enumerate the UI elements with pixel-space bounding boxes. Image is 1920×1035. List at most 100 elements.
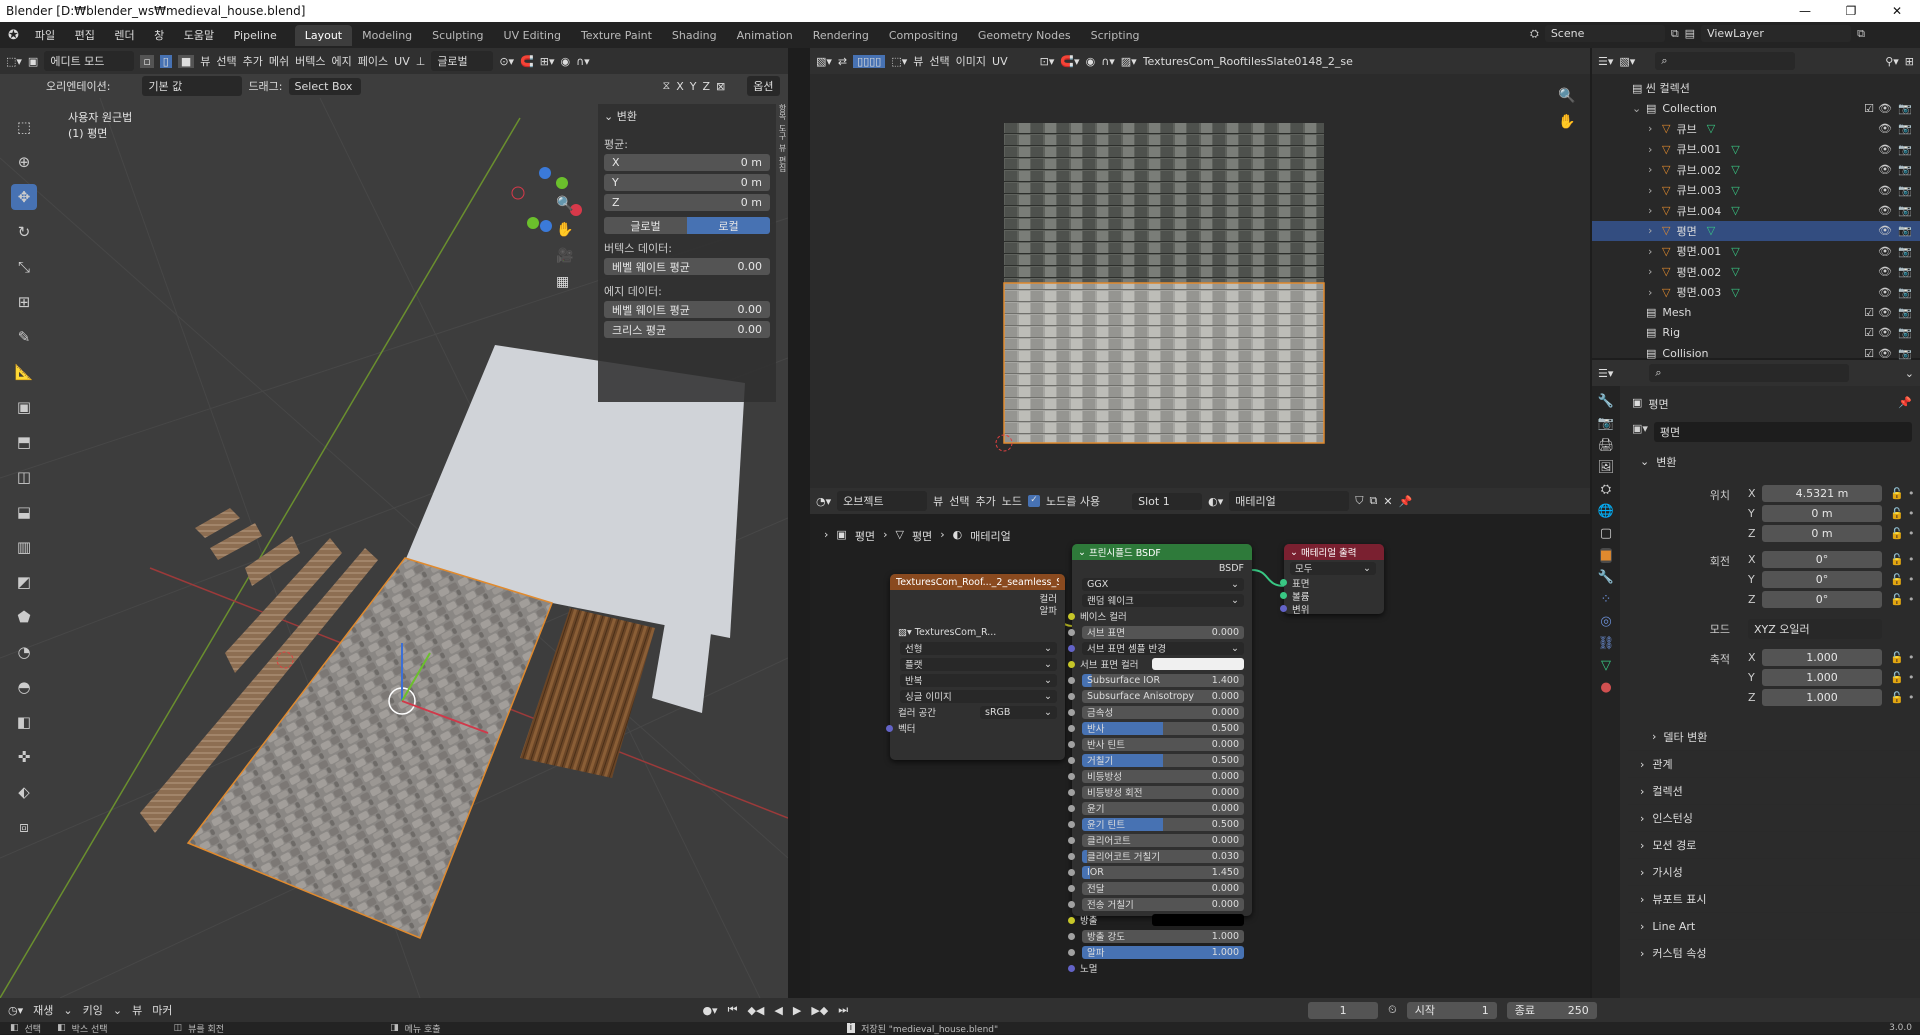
snap-icon[interactable]: 🧲 <box>520 55 534 68</box>
lock-icon[interactable]: 🔓 <box>1890 487 1904 500</box>
visibility-eye-icon[interactable]: 👁 <box>1878 347 1892 360</box>
image-texture-node[interactable]: TexturesCom_Roof..._2_seamless_S.jpg 컬러 … <box>886 574 1065 760</box>
nav-gizmo-z[interactable] <box>539 167 551 179</box>
tab-shading[interactable]: Shading <box>662 25 727 46</box>
n-tab-view[interactable]: 뷰 <box>778 144 788 152</box>
vertex-select-icon[interactable]: ▫ <box>140 54 154 68</box>
menu-pipeline[interactable]: Pipeline <box>226 29 285 42</box>
menu-render[interactable]: 렌더 <box>106 29 142 42</box>
bsdf-alpha-field[interactable]: 알파 1.000 <box>1082 945 1244 959</box>
tex-source-dropdown[interactable]: 싱글 이미지 ⌄ <box>900 689 1057 703</box>
uv-snap-icon[interactable]: 🧲▾ <box>1060 55 1079 68</box>
median-z-field[interactable]: Z 0 m <box>604 194 770 211</box>
render-camera-icon[interactable]: 📷 <box>1898 143 1912 156</box>
uv-menu-image[interactable]: 이미지 <box>956 53 986 69</box>
timeline-playback-menu[interactable]: 재생 <box>33 1002 53 1018</box>
expand-icon[interactable]: › <box>1648 245 1662 258</box>
median-x-field[interactable]: X 0 m <box>604 154 770 171</box>
end-frame-field[interactable]: 종료 250 <box>1506 1001 1597 1019</box>
options-dropdown[interactable]: 옵션 <box>747 76 780 96</box>
bsdf-input-socket[interactable] <box>1068 868 1075 876</box>
props-section-header[interactable]: › 커스텀 속성 <box>1628 939 1920 966</box>
data-props-icon[interactable]: ▽ <box>1601 658 1611 673</box>
minimize-icon[interactable]: — <box>1782 0 1828 22</box>
bsdf-input-socket[interactable] <box>1068 852 1075 860</box>
image-texture-node-header[interactable]: TexturesCom_Roof..._2_seamless_S.jpg <box>890 574 1065 590</box>
new-viewlayer-icon[interactable]: ⧉ <box>1857 27 1865 41</box>
outliner-item[interactable]: ▤ Mesh ☑ 👁 📷 <box>1592 302 1920 322</box>
render-camera-icon[interactable]: 📷 <box>1898 326 1912 339</box>
rotation-mode-dropdown[interactable]: XYZ 오일러 <box>1748 619 1882 639</box>
render-camera-icon[interactable]: 📷 <box>1898 347 1912 360</box>
delta-transform-header[interactable]: › 델타 변환 <box>1628 723 1920 750</box>
play-reverse-icon[interactable]: ◀ <box>774 1004 782 1017</box>
transform-orientation-icon[interactable]: ⊥ <box>416 55 426 68</box>
bsdf-input-socket[interactable] <box>1068 884 1075 892</box>
mode-dropdown[interactable]: 에디트 모드 <box>44 51 135 71</box>
next-keyframe-icon[interactable]: ▶◆ <box>811 1004 828 1017</box>
tex-image-selector[interactable]: ▨▾ TexturesCom_R... <box>890 624 1065 640</box>
particles-props-icon[interactable]: ⁘ <box>1601 592 1612 607</box>
render-props-icon[interactable]: 📷 <box>1598 416 1614 431</box>
bsdf-base-color-socket[interactable] <box>1068 612 1075 620</box>
mirror-z[interactable]: Z <box>703 80 711 93</box>
drag-dropdown[interactable]: Select Box <box>288 77 361 95</box>
spin-tool-icon[interactable]: ◔ <box>11 639 37 665</box>
tex-image-icon[interactable]: ▨▾ <box>898 627 912 638</box>
outliner-search[interactable]: ⌕ <box>1655 52 1796 70</box>
mesh-data-icon[interactable]: ▽ <box>1731 245 1739 258</box>
outliner-scene-collection[interactable]: ▤ 씬 컬렉션 <box>1592 78 1920 98</box>
bsdf-input-field[interactable]: 클리어코트 거칠기 0.030 <box>1082 849 1244 863</box>
viewlayer-icon[interactable]: ▤ <box>1685 27 1695 40</box>
uv-editor[interactable]: ▧▾ ⇄ ▯▯▯▯ ⬚▾ 뷰 선택 이미지 UV ⊡▾ 🧲▾ ◉ ∩▾ ▨▾ T… <box>810 48 1590 488</box>
bsdf-input-socket[interactable] <box>1068 900 1075 908</box>
outliner-item[interactable]: › ▽ 큐브 ▽ 👁 📷 <box>1592 119 1920 139</box>
timeline-marker-menu[interactable]: 마커 <box>152 1002 172 1018</box>
outliner-filter-icon[interactable]: ⚲▾ <box>1885 55 1899 68</box>
n-panel-transform-header[interactable]: ⌄ 변환 <box>598 104 776 128</box>
material-output-node[interactable]: ⌄ 매테리얼 출력 모두 ⌄ 표면 볼륨 변위 <box>1280 544 1384 616</box>
uv-pivot-icon[interactable]: ⊡▾ <box>1040 55 1055 68</box>
loop-cut-tool-icon[interactable]: ▥ <box>11 534 37 560</box>
close-icon[interactable]: ✕ <box>1874 0 1920 22</box>
lock-icon[interactable]: 🔓 <box>1890 553 1904 566</box>
edge-select-icon[interactable]: ▯ <box>159 54 172 68</box>
uv-editor-type-icon[interactable]: ▧▾ <box>816 55 832 68</box>
scale-z-field[interactable]: 1.000 <box>1762 689 1882 706</box>
bsdf-emission-socket[interactable] <box>1068 916 1075 924</box>
expand-icon[interactable]: › <box>1648 224 1662 237</box>
n-tab-item[interactable]: 항목 <box>778 104 788 120</box>
bsdf-input-socket[interactable] <box>1068 820 1075 828</box>
render-camera-icon[interactable]: 📷 <box>1898 245 1912 258</box>
bsdf-color-swatch[interactable] <box>1152 658 1244 670</box>
mesh-data-icon[interactable]: ▽ <box>1731 286 1739 299</box>
preview-range-icon[interactable]: ⏲ <box>1388 1003 1397 1017</box>
rotate-tool-icon[interactable]: ↻ <box>11 219 37 245</box>
properties-type-icon[interactable]: ☰▾ <box>1598 367 1613 380</box>
props-section-header[interactable]: › 관계 <box>1628 750 1920 777</box>
visibility-eye-icon[interactable]: 👁 <box>1878 306 1892 319</box>
scale-tool-icon[interactable]: ⤡ <box>11 254 37 280</box>
visibility-eye-icon[interactable]: 👁 <box>1878 102 1892 115</box>
bsdf-input-socket[interactable] <box>1068 708 1075 716</box>
new-collection-icon[interactable]: ⊞ <box>1905 55 1914 68</box>
shrink-fatten-tool-icon[interactable]: ✜ <box>11 744 37 770</box>
keyframe-dot-icon[interactable]: • <box>1908 573 1915 586</box>
props-section-header[interactable]: › 뷰포트 표시 <box>1628 885 1920 912</box>
render-camera-icon[interactable]: 📷 <box>1898 122 1912 135</box>
select-box-tool-icon[interactable]: ⬚ <box>11 114 37 140</box>
menu-help[interactable]: 도움말 <box>176 29 222 42</box>
uv-canvas[interactable] <box>810 74 1590 488</box>
tab-scripting[interactable]: Scripting <box>1081 25 1150 46</box>
scale-y-field[interactable]: 1.000 <box>1762 669 1882 686</box>
bsdf-node-header[interactable]: ⌄ 프린시플드 BSDF <box>1072 544 1252 560</box>
bsdf-input-socket[interactable] <box>1068 772 1075 780</box>
keyframe-dot-icon[interactable]: • <box>1908 553 1915 566</box>
keyframe-dot-icon[interactable]: • <box>1908 671 1915 684</box>
uv-sticky-icon[interactable]: ⬚▾ <box>891 55 907 68</box>
collection-checkbox[interactable]: ☑ <box>1864 347 1874 360</box>
scale-x-field[interactable]: 1.000 <box>1762 649 1882 666</box>
scene-props-icon[interactable]: ⛭ <box>1601 482 1611 497</box>
viewport-menu-edge[interactable]: 에지 <box>332 53 352 69</box>
scene-selector[interactable]: Scene <box>1544 25 1665 42</box>
